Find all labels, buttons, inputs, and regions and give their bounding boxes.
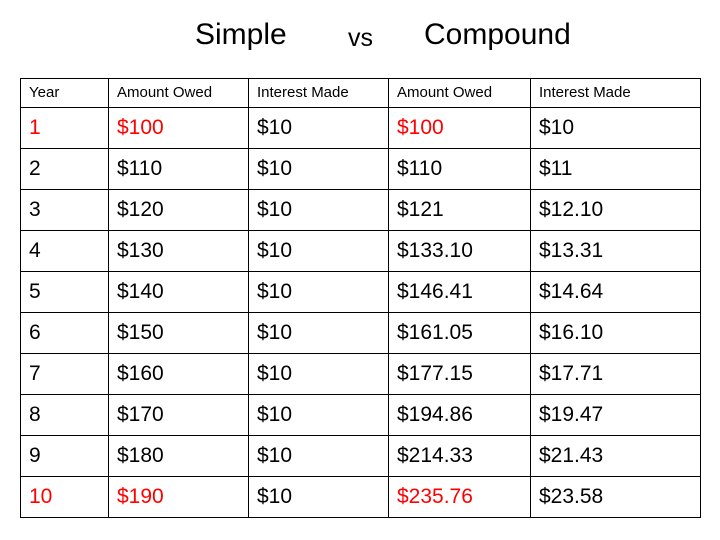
cell-year: 3 — [20, 189, 109, 231]
cell-compound-owed: $100 — [388, 107, 531, 149]
column-header-compound-interest-made: Interest Made — [530, 78, 701, 108]
table-row: 2 $110 $10 $110 $11 — [20, 148, 701, 190]
title-compound: Compound — [424, 18, 571, 51]
title-vs: vs — [348, 24, 373, 52]
column-header-simple-interest-made: Interest Made — [248, 78, 389, 108]
slide-page: Simple vs Compound Year Amount Owed Inte… — [0, 0, 720, 540]
cell-compound-owed: $110 — [388, 148, 531, 190]
cell-compound-interest: $19.47 — [530, 394, 701, 436]
cell-compound-owed: $161.05 — [388, 312, 531, 354]
cell-simple-interest: $10 — [248, 353, 389, 395]
cell-year: 10 — [20, 476, 109, 518]
column-header-year: Year — [20, 78, 109, 108]
cell-compound-interest: $10 — [530, 107, 701, 149]
cell-simple-owed: $130 — [108, 230, 249, 272]
cell-compound-interest: $23.58 — [530, 476, 701, 518]
cell-simple-owed: $100 — [108, 107, 249, 149]
cell-compound-owed: $235.76 — [388, 476, 531, 518]
table-row: 4 $130 $10 $133.10 $13.31 — [20, 230, 701, 272]
column-header-compound-amount-owed: Amount Owed — [388, 78, 531, 108]
cell-simple-owed: $190 — [108, 476, 249, 518]
cell-compound-owed: $214.33 — [388, 435, 531, 477]
cell-year: 8 — [20, 394, 109, 436]
table-row: 6 $150 $10 $161.05 $16.10 — [20, 312, 701, 354]
cell-simple-interest: $10 — [248, 476, 389, 518]
cell-compound-owed: $194.86 — [388, 394, 531, 436]
cell-simple-owed: $110 — [108, 148, 249, 190]
title-row: Simple vs Compound — [0, 16, 720, 62]
table-row: 1 $100 $10 $100 $10 — [20, 107, 701, 149]
cell-compound-interest: $17.71 — [530, 353, 701, 395]
cell-year: 6 — [20, 312, 109, 354]
table-row: 7 $160 $10 $177.15 $17.71 — [20, 353, 701, 395]
cell-compound-owed: $146.41 — [388, 271, 531, 313]
title-simple: Simple — [195, 18, 287, 51]
column-header-simple-amount-owed: Amount Owed — [108, 78, 249, 108]
cell-simple-interest: $10 — [248, 230, 389, 272]
cell-year: 7 — [20, 353, 109, 395]
cell-simple-interest: $10 — [248, 189, 389, 231]
cell-simple-owed: $120 — [108, 189, 249, 231]
cell-compound-owed: $121 — [388, 189, 531, 231]
cell-compound-owed: $177.15 — [388, 353, 531, 395]
table-row: 8 $170 $10 $194.86 $19.47 — [20, 394, 701, 436]
table-header-row: Year Amount Owed Interest Made Amount Ow… — [20, 78, 701, 108]
cell-compound-interest: $12.10 — [530, 189, 701, 231]
cell-year: 2 — [20, 148, 109, 190]
cell-simple-interest: $10 — [248, 271, 389, 313]
cell-year: 4 — [20, 230, 109, 272]
cell-simple-interest: $10 — [248, 107, 389, 149]
cell-compound-interest: $11 — [530, 148, 701, 190]
cell-simple-owed: $150 — [108, 312, 249, 354]
cell-compound-interest: $14.64 — [530, 271, 701, 313]
cell-simple-interest: $10 — [248, 312, 389, 354]
cell-simple-interest: $10 — [248, 435, 389, 477]
cell-year: 9 — [20, 435, 109, 477]
cell-simple-interest: $10 — [248, 148, 389, 190]
table-row: 10 $190 $10 $235.76 $23.58 — [20, 476, 701, 518]
table-row: 9 $180 $10 $214.33 $21.43 — [20, 435, 701, 477]
table-row: 3 $120 $10 $121 $12.10 — [20, 189, 701, 231]
cell-simple-owed: $170 — [108, 394, 249, 436]
cell-simple-owed: $140 — [108, 271, 249, 313]
cell-simple-owed: $180 — [108, 435, 249, 477]
cell-simple-interest: $10 — [248, 394, 389, 436]
table-row: 5 $140 $10 $146.41 $14.64 — [20, 271, 701, 313]
comparison-table: Year Amount Owed Interest Made Amount Ow… — [20, 78, 701, 518]
cell-compound-interest: $21.43 — [530, 435, 701, 477]
cell-simple-owed: $160 — [108, 353, 249, 395]
cell-compound-interest: $13.31 — [530, 230, 701, 272]
cell-compound-owed: $133.10 — [388, 230, 531, 272]
cell-year: 5 — [20, 271, 109, 313]
cell-year: 1 — [20, 107, 109, 149]
cell-compound-interest: $16.10 — [530, 312, 701, 354]
